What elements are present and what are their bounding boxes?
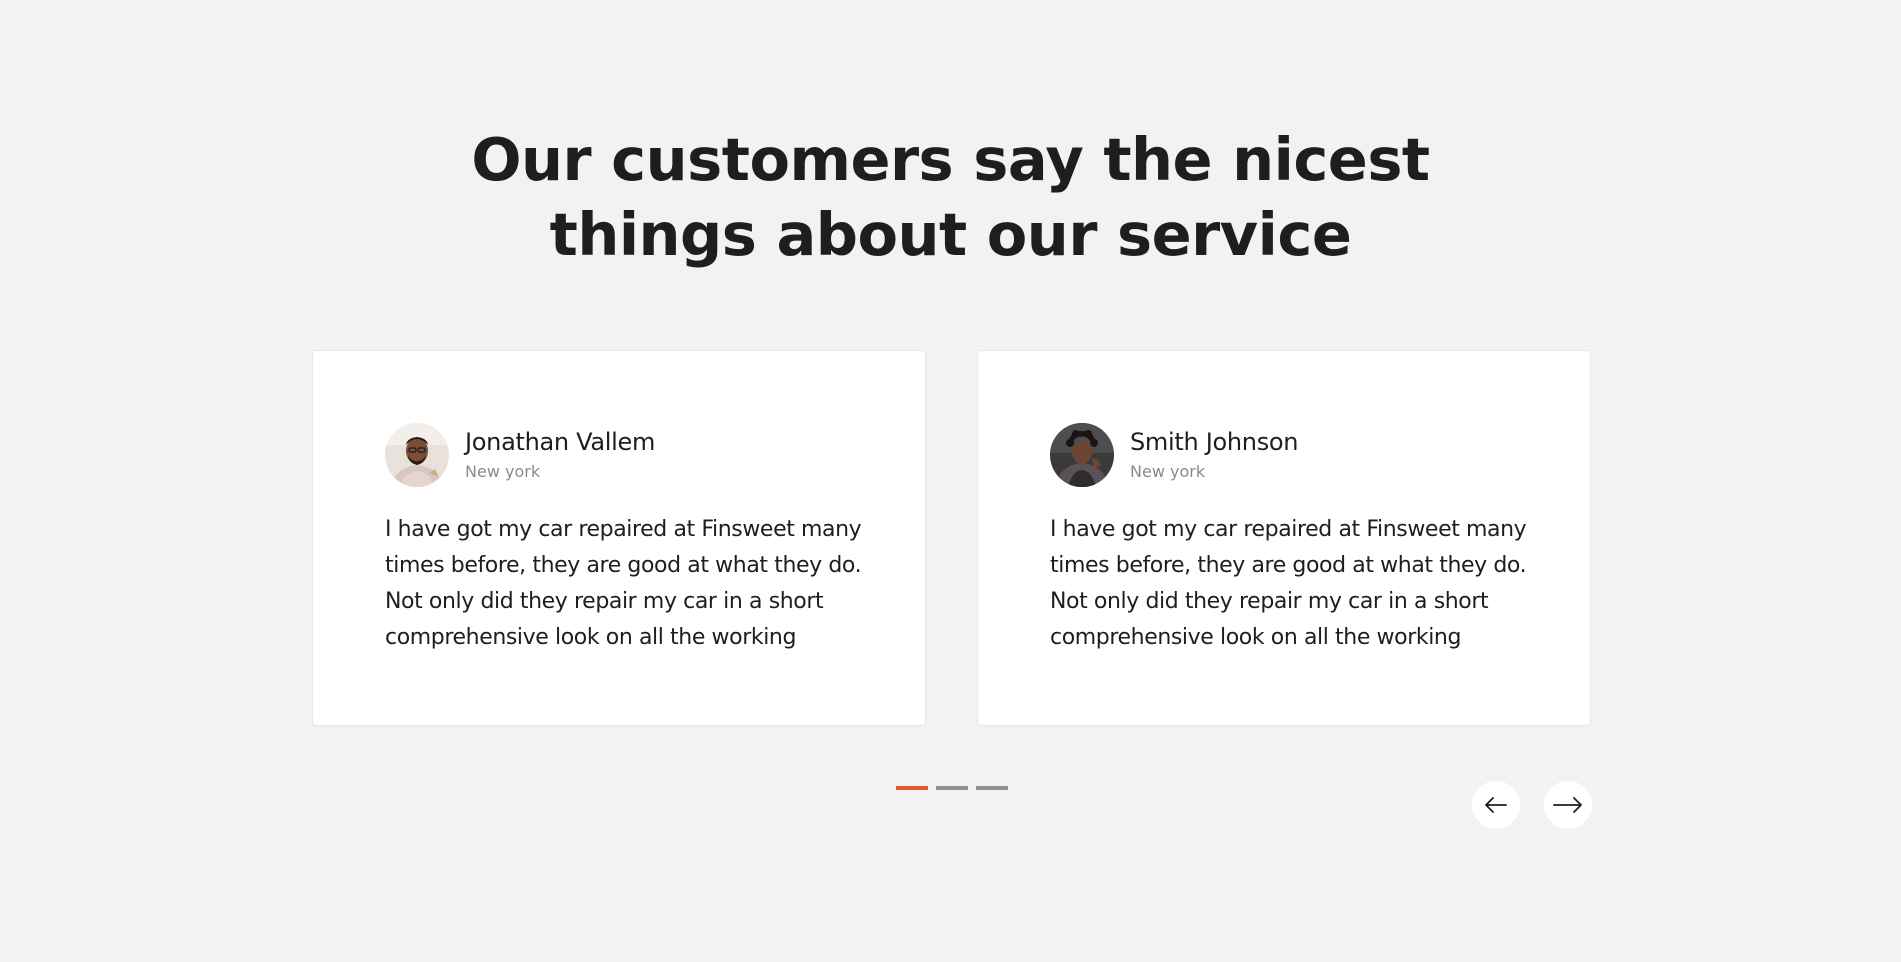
reviewer-location: New york [1130,462,1206,481]
arrow-left-icon [1485,797,1507,813]
pagination-dot-1[interactable] [896,786,928,790]
reviewer-name: Smith Johnson [1130,428,1299,456]
pagination-dot-2[interactable] [936,786,968,790]
testimonial-quote: I have got my car repaired at Finsweet m… [1050,517,1527,650]
testimonial-card: Jonathan Vallem New york I have got my c… [312,350,926,726]
section-heading-line-1: Our customers say the nicest [471,125,1430,194]
avatar [385,423,449,487]
previous-button[interactable] [1472,781,1520,829]
next-button[interactable] [1544,781,1592,829]
testimonial-quote: I have got my car repaired at Finsweet m… [385,517,862,650]
pagination-dot-3[interactable] [976,786,1008,790]
avatar [1050,423,1114,487]
section-heading: Our customers say the nicest things abou… [0,122,1901,272]
section-heading-line-2: things about our service [549,200,1352,269]
arrow-right-icon [1553,797,1582,813]
reviewer-name: Jonathan Vallem [465,428,656,456]
reviewer-location: New york [465,462,541,481]
testimonial-card: Smith Johnson New york I have got my car… [977,350,1591,726]
